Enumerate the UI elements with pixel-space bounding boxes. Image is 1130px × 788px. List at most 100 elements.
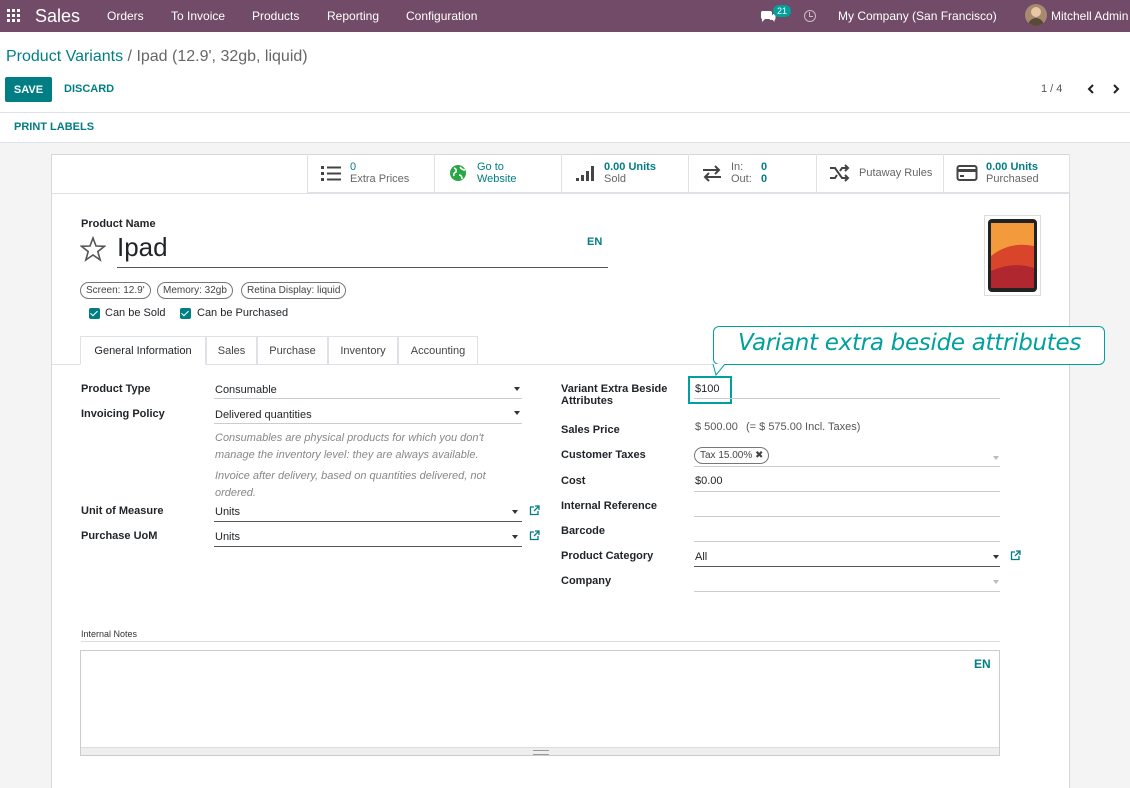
external-link-icon[interactable] xyxy=(529,530,540,541)
can-be-purchased-label[interactable]: Can be Purchased xyxy=(197,307,288,319)
can-be-sold-label[interactable]: Can be Sold xyxy=(105,307,166,319)
can-be-sold-checkbox[interactable] xyxy=(89,308,100,319)
in-out-button[interactable]: In: 0 Out: 0 xyxy=(688,154,816,193)
star-icon[interactable] xyxy=(80,236,106,262)
caret-down-icon[interactable] xyxy=(512,535,518,539)
sold-value: 0.00 Units xyxy=(604,161,656,173)
apps-menu-icon[interactable] xyxy=(7,9,20,22)
product-type-label: Product Type xyxy=(81,383,151,395)
caret-down-icon[interactable] xyxy=(512,510,518,514)
pager-value[interactable]: 1 / 4 xyxy=(1041,83,1062,95)
uom-label: Unit of Measure xyxy=(81,505,164,517)
tab-accounting[interactable]: Accounting xyxy=(398,336,478,365)
help-text-consumable: Consumables are physical products for wh… xyxy=(215,432,484,461)
putaway-rules-button[interactable]: Putaway Rules xyxy=(816,154,943,193)
sold-button[interactable]: 0.00 Units Sold xyxy=(561,154,688,193)
product-image[interactable] xyxy=(984,215,1041,296)
product-name-input[interactable]: Ipad xyxy=(117,232,168,263)
field-underline xyxy=(694,398,1000,399)
menu-reporting[interactable]: Reporting xyxy=(327,9,379,23)
help-text-invoicing: Invoice after delivery, based on quantit… xyxy=(215,470,486,499)
tab-general-information[interactable]: General Information xyxy=(80,336,206,365)
purchased-label: Purchased xyxy=(986,173,1039,185)
extra-prices-count: 0 xyxy=(350,161,357,173)
field-underline xyxy=(694,541,1000,542)
translate-button[interactable]: EN xyxy=(587,236,602,248)
out-label: Out: xyxy=(731,173,752,185)
user-menu[interactable]: Mitchell Admin xyxy=(1051,9,1128,23)
internal-notes-editor[interactable] xyxy=(80,650,1000,756)
can-be-purchased-checkbox[interactable] xyxy=(180,308,191,319)
tab-sales[interactable]: Sales xyxy=(206,336,257,365)
field-underline xyxy=(694,491,1000,492)
caret-down-icon[interactable] xyxy=(993,555,999,559)
credit-card-icon xyxy=(956,165,978,181)
internal-reference-label: Internal Reference xyxy=(561,500,657,512)
tab-inventory[interactable]: Inventory xyxy=(328,336,398,365)
menu-configuration[interactable]: Configuration xyxy=(406,9,477,23)
top-navbar: Sales Orders To Invoice Products Reporti… xyxy=(0,0,1130,32)
app-name[interactable]: Sales xyxy=(35,6,80,27)
extra-prices-label: Extra Prices xyxy=(350,173,410,185)
tablet-image xyxy=(988,219,1037,292)
user-avatar[interactable] xyxy=(1025,4,1047,26)
remove-tag-icon[interactable]: ✖ xyxy=(755,450,763,461)
purchase-uom-select[interactable]: Units xyxy=(215,531,240,543)
product-name-label: Product Name xyxy=(81,218,156,230)
tab-purchase[interactable]: Purchase xyxy=(257,336,328,365)
attribute-tag: Retina Display: liquid xyxy=(241,282,347,299)
website-line1: Go to xyxy=(477,161,504,173)
pager-previous-icon[interactable] xyxy=(1085,83,1097,95)
save-button[interactable]: SAVE xyxy=(5,77,52,102)
sales-price-label: Sales Price xyxy=(561,424,620,436)
divider xyxy=(0,112,1130,113)
in-value: 0 xyxy=(761,161,768,173)
purchased-button[interactable]: 0.00 Units Purchased xyxy=(943,154,1070,193)
notes-translate-button[interactable]: EN xyxy=(974,657,991,671)
pager-next-icon[interactable] xyxy=(1110,83,1122,95)
variant-extra-input[interactable]: $100 xyxy=(695,383,719,395)
attribute-tag: Memory: 32gb xyxy=(157,282,233,299)
discard-button[interactable]: DISCARD xyxy=(64,83,114,95)
callout-text: Variant extra beside attributes xyxy=(738,330,1082,356)
company-switcher[interactable]: My Company (San Francisco) xyxy=(838,9,997,23)
field-underline xyxy=(694,516,1000,517)
external-link-icon[interactable] xyxy=(1010,550,1021,561)
breadcrumb-separator: / xyxy=(123,48,137,65)
internal-notes-label: Internal Notes xyxy=(81,629,138,639)
field-underline xyxy=(214,521,522,522)
resize-handle[interactable] xyxy=(81,747,999,755)
company-label: Company xyxy=(561,575,612,587)
caret-down-icon[interactable] xyxy=(514,387,520,391)
globe-icon xyxy=(450,165,466,181)
divider xyxy=(81,641,1000,642)
variant-extra-label: Variant Extra Beside Attributes xyxy=(561,383,668,407)
activity-clock-icon[interactable] xyxy=(804,10,816,22)
cost-input[interactable]: $0.00 xyxy=(695,475,723,487)
menu-products[interactable]: Products xyxy=(252,9,299,23)
field-underline xyxy=(694,591,1000,592)
product-category-select[interactable]: All xyxy=(695,551,707,563)
menu-to-invoice[interactable]: To Invoice xyxy=(171,9,225,23)
uom-select[interactable]: Units xyxy=(215,506,240,518)
product-type-select[interactable]: Consumable xyxy=(215,384,277,396)
print-labels-button[interactable]: PRINT LABELS xyxy=(14,121,94,133)
caret-down-icon[interactable] xyxy=(514,411,520,415)
invoicing-policy-select[interactable]: Delivered quantities xyxy=(215,409,312,421)
field-underline xyxy=(694,566,1000,567)
breadcrumb-parent-link[interactable]: Product Variants xyxy=(6,48,123,65)
field-underline xyxy=(694,466,1000,467)
extra-prices-button[interactable]: 0 Extra Prices xyxy=(307,154,434,193)
menu-orders[interactable]: Orders xyxy=(107,9,144,23)
go-to-website-button[interactable]: Go to Website xyxy=(434,154,561,193)
barcode-label: Barcode xyxy=(561,525,606,537)
caret-down-icon[interactable] xyxy=(993,456,999,460)
caret-down-icon[interactable] xyxy=(993,580,999,584)
signal-bars-icon xyxy=(576,166,594,181)
cost-label: Cost xyxy=(561,475,586,487)
field-underline xyxy=(117,267,608,268)
external-link-icon[interactable] xyxy=(529,505,540,516)
attribute-tag: Screen: 12.9' xyxy=(80,282,151,299)
tax-tag: Tax 15.00% ✖ xyxy=(694,447,770,464)
product-category-label: Product Category xyxy=(561,550,654,562)
